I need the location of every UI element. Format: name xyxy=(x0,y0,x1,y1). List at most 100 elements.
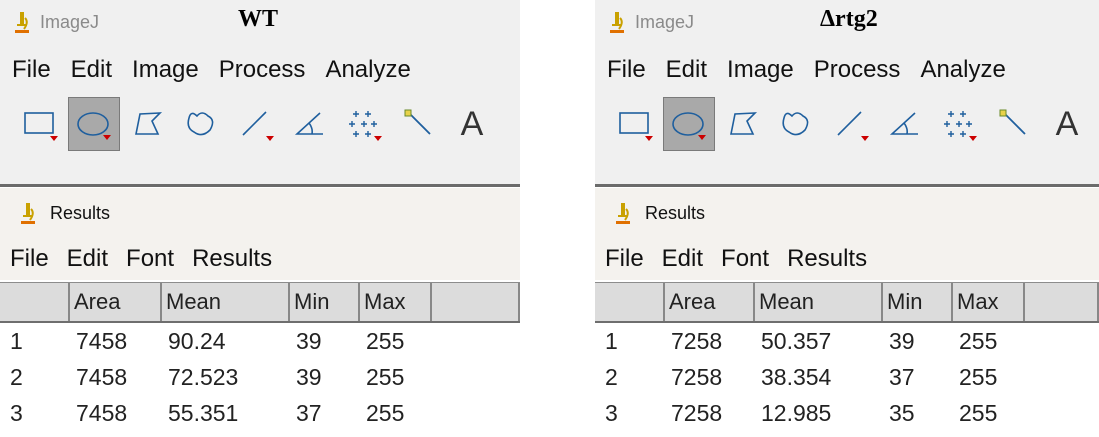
freehand-tool-button[interactable] xyxy=(771,97,823,151)
table-cell: 7458 xyxy=(76,327,128,354)
table-cell: 90.24 xyxy=(168,327,226,354)
menu-image[interactable]: Image xyxy=(727,56,794,84)
column-header-mean[interactable]: Mean xyxy=(755,283,883,321)
results-table: Area Mean Min Max 1 7458 90.24 39 255 2 7458 72.523… xyxy=(0,282,520,431)
polygon-tool-button[interactable] xyxy=(122,97,174,151)
imagej-microscope-icon xyxy=(607,10,627,34)
freehand-tool-button[interactable] xyxy=(176,97,228,151)
table-cell: 7458 xyxy=(76,399,128,426)
table-cell: 39 xyxy=(296,363,322,390)
angle-tool-button[interactable] xyxy=(284,97,336,151)
column-header-mean[interactable]: Mean xyxy=(162,283,290,321)
table-cell: 7258 xyxy=(671,399,723,426)
column-header-blank[interactable] xyxy=(1025,283,1099,321)
table-cell: 255 xyxy=(366,327,405,354)
results-title: Results xyxy=(50,202,111,223)
results-title-bar: Results xyxy=(595,188,1099,238)
column-header-blank[interactable] xyxy=(432,283,520,321)
wand-tool-button[interactable] xyxy=(987,97,1039,151)
point-tool-button[interactable] xyxy=(933,97,985,151)
tool-options-arrow-icon xyxy=(374,136,382,141)
results-title: Results xyxy=(645,202,706,223)
menu-file[interactable]: File xyxy=(12,56,51,84)
tool-options-arrow-icon xyxy=(103,135,111,140)
menu-image[interactable]: Image xyxy=(132,56,199,84)
menu-edit[interactable]: Edit xyxy=(71,56,112,84)
panel-artg2: ImageJ Δrtg2 File Edit Image Process Analyze A R… xyxy=(595,0,1099,437)
column-header-min[interactable]: Min xyxy=(290,283,360,321)
column-header-max[interactable]: Max xyxy=(360,283,432,321)
freehand-tool-icon xyxy=(782,112,809,136)
results-menu-edit[interactable]: Edit xyxy=(67,245,108,273)
text-tool-icon: A xyxy=(1055,104,1079,143)
results-table: Area Mean Min Max 1 7258 50.357 39 255 2 7258 38.35… xyxy=(595,282,1099,431)
column-header-area[interactable]: Area xyxy=(70,283,162,321)
angle-tool-button[interactable] xyxy=(879,97,931,151)
table-cell: 37 xyxy=(296,399,322,426)
table-cell: 39 xyxy=(889,327,915,354)
menu-process[interactable]: Process xyxy=(219,56,306,84)
imagej-microscope-icon xyxy=(613,201,633,225)
polygon-tool-button[interactable] xyxy=(717,97,769,151)
imagej-menu-bar: File Edit Image Process Analyze xyxy=(0,52,419,88)
results-title-bar: Results xyxy=(0,188,520,238)
table-cell: 7258 xyxy=(671,363,723,390)
menu-edit[interactable]: Edit xyxy=(666,56,707,84)
results-menu-file[interactable]: File xyxy=(605,245,644,273)
tool-options-arrow-icon xyxy=(645,136,653,141)
results-menu-font[interactable]: Font xyxy=(721,245,769,273)
table-row[interactable]: 2 7458 72.523 39 255 xyxy=(0,359,520,395)
panel-caption: Δrtg2 xyxy=(820,6,878,32)
table-cell: 72.523 xyxy=(168,363,239,390)
table-row[interactable]: 1 7458 90.24 39 255 xyxy=(0,323,520,359)
oval-tool-button[interactable] xyxy=(663,97,715,151)
results-window: Results File Edit Font Results Area Mean Min Max… xyxy=(595,188,1099,437)
imagej-toolbar: A xyxy=(609,94,1095,154)
line-tool-button[interactable] xyxy=(825,97,877,151)
results-menu-font[interactable]: Font xyxy=(126,245,174,273)
imagej-main-window: ImageJ Δrtg2 File Edit Image Process Analyze A xyxy=(595,0,1099,186)
column-header-max[interactable]: Max xyxy=(953,283,1025,321)
text-tool-button[interactable]: A xyxy=(446,97,498,151)
results-menu-edit[interactable]: Edit xyxy=(662,245,703,273)
table-row[interactable]: 1 7258 50.357 39 255 xyxy=(595,323,1099,359)
menu-file[interactable]: File xyxy=(607,56,646,84)
rectangle-tool-button[interactable] xyxy=(14,97,66,151)
results-menu-file[interactable]: File xyxy=(10,245,49,273)
freehand-tool-icon xyxy=(187,112,214,136)
wand-tool-icon xyxy=(404,109,431,135)
table-row[interactable]: 3 7458 55.351 37 255 xyxy=(0,395,520,431)
results-window: Results File Edit Font Results Area Mean Min Max… xyxy=(0,188,520,437)
table-cell: 55.351 xyxy=(168,399,239,426)
polygon-tool-icon xyxy=(730,112,758,135)
line-tool-button[interactable] xyxy=(230,97,282,151)
rectangle-tool-button[interactable] xyxy=(609,97,661,151)
table-cell: 7458 xyxy=(76,363,128,390)
table-row[interactable]: 2 7258 38.354 37 255 xyxy=(595,359,1099,395)
point-tool-button[interactable] xyxy=(338,97,390,151)
column-header-area[interactable]: Area xyxy=(665,283,755,321)
table-cell: 2 xyxy=(605,363,618,390)
menu-analyze[interactable]: Analyze xyxy=(325,56,410,84)
tool-options-arrow-icon xyxy=(969,136,977,141)
results-menu-results[interactable]: Results xyxy=(192,245,272,273)
text-tool-button[interactable]: A xyxy=(1041,97,1093,151)
table-cell: 1 xyxy=(605,327,618,354)
imagej-app-name: ImageJ xyxy=(635,11,695,32)
wand-tool-button[interactable] xyxy=(392,97,444,151)
panel-caption: WT xyxy=(238,6,279,32)
imagej-microscope-icon xyxy=(18,201,38,225)
column-header-index[interactable] xyxy=(595,283,665,321)
oval-tool-button[interactable] xyxy=(68,97,120,151)
column-header-index[interactable] xyxy=(0,283,70,321)
polygon-tool-icon xyxy=(135,112,163,135)
menu-analyze[interactable]: Analyze xyxy=(920,56,1005,84)
column-header-min[interactable]: Min xyxy=(883,283,953,321)
menu-process[interactable]: Process xyxy=(814,56,901,84)
table-cell: 39 xyxy=(296,327,322,354)
table-cell: 255 xyxy=(959,363,998,390)
table-cell: 255 xyxy=(959,399,998,426)
results-menu-results[interactable]: Results xyxy=(787,245,867,273)
table-row[interactable]: 3 7258 12.985 35 255 xyxy=(595,395,1099,431)
panel-wt: ImageJ WT File Edit Image Process Analyze A Resu… xyxy=(0,0,520,437)
